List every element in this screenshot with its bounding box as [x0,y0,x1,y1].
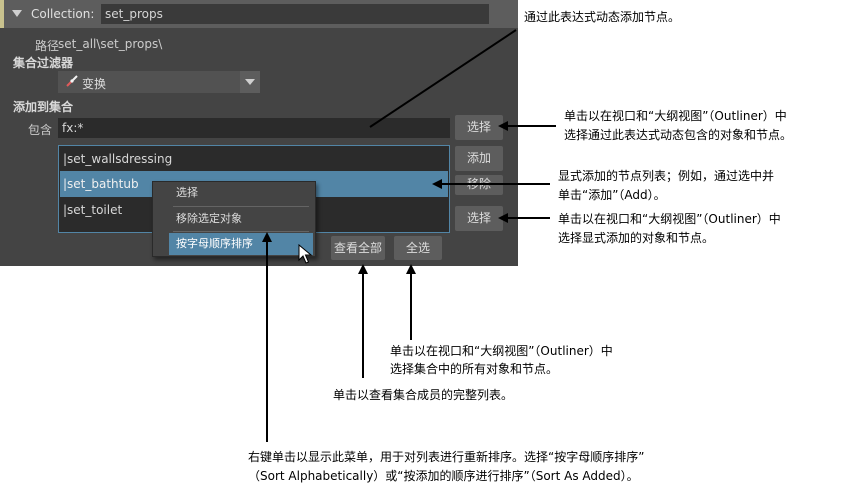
annotation-expression: 通过此表达式动态添加节点。 [524,10,681,24]
annotation-view-all: 单击以查看集合成员的完整列表。 [333,388,514,402]
annotation-sort-1: 右键单击以显示此菜单，用于对列表进行重新排序。选择“按字母顺序排序” [248,450,645,464]
annotation-list-1: 显式添加的节点列表；例如，通过选中并 [558,169,775,183]
annotation-select-expression-2: 选择通过此表达式动态包含的对象和节点。 [564,128,793,142]
annotation-select-list-1: 单击以在视口和“大纲视图”（Outliner）中 [558,212,781,226]
annotation-select-all-1: 单击以在视口和“大纲视图”（Outliner）中 [390,344,613,358]
annotation-sort-2: （Sort Alphabetically）或“按添加的顺序进行排序”（Sort … [248,469,639,483]
annotation-list-2: 单击“添加”（Add）。 [558,188,666,202]
annotation-select-all-2: 选择集合中的所有对象和节点。 [390,362,559,376]
annotation-select-expression-1: 单击以在视口和“大纲视图”（Outliner）中 [564,109,787,123]
annotation-select-list-2: 选择显式添加的对象和节点。 [558,231,715,245]
callout-lines [262,29,556,442]
